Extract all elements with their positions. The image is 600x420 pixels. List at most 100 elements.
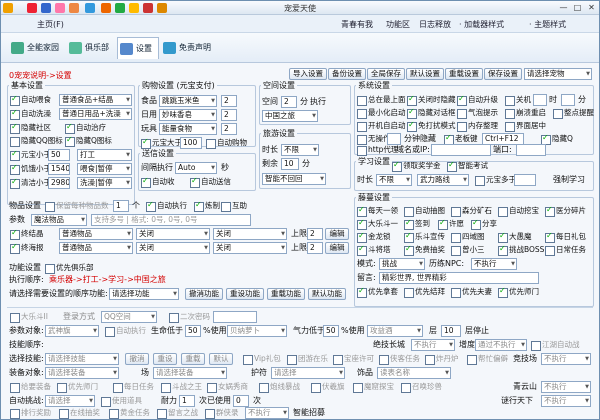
- sell-edit-button[interactable]: 编辑: [325, 228, 349, 240]
- fight-opt-5[interactable]: 大乐斗一: [357, 218, 398, 230]
- fight-opt-4[interactable]: 医分碎片: [545, 205, 586, 217]
- auto-clean-check[interactable]: 自动洗澡: [10, 108, 51, 120]
- skill-reset-button[interactable]: 重设: [153, 353, 177, 365]
- sell-check[interactable]: 终结晶: [10, 228, 44, 240]
- yuanbao-gt-check[interactable]: 元宝大于: [141, 137, 182, 149]
- row4-2-check[interactable]: 黄金任务: [109, 408, 150, 419]
- buy-daily-qty[interactable]: 2: [221, 109, 237, 121]
- memory-check[interactable]: 内存整理: [457, 121, 498, 132]
- row2-3-check[interactable]: 炸丹炉: [425, 354, 459, 365]
- buy-toy-select[interactable]: 能量食物: [159, 123, 217, 135]
- default-func-button[interactable]: 默认功能: [308, 288, 346, 300]
- sell-select[interactable]: 普通物品: [59, 228, 133, 240]
- fight-opt-17[interactable]: 挑战BOSS: [498, 244, 544, 256]
- idle-check[interactable]: 无操作: [357, 134, 391, 145]
- buy-food-select[interactable]: 跳跳玉米鱼: [159, 95, 217, 107]
- row4-0-check[interactable]: 排行奖励: [10, 408, 51, 419]
- interval-select[interactable]: Auto: [175, 162, 217, 174]
- yuanbao-study-check[interactable]: 元宝多于: [475, 175, 516, 186]
- close-hide-check[interactable]: 关闭时隐藏: [407, 94, 456, 106]
- tower-select[interactable]: 不执行: [541, 395, 591, 407]
- reward-check[interactable]: 领取奖学金: [392, 160, 441, 172]
- remain-input[interactable]: 10: [281, 158, 299, 170]
- always-top-check[interactable]: 总在最上面: [357, 95, 406, 106]
- stamina-input[interactable]: 1: [179, 395, 195, 407]
- close-button[interactable]: ✕: [585, 2, 598, 13]
- row3-1-check[interactable]: 优先师门: [57, 382, 98, 393]
- row2-4-check[interactable]: 帮忙偏僻: [467, 354, 508, 365]
- auto-exec-check[interactable]: 自动执行: [146, 200, 187, 212]
- fight-opt-3[interactable]: 自动挖宝: [498, 206, 539, 217]
- keep-input[interactable]: 1: [113, 200, 129, 212]
- row2-0-check[interactable]: 团游在乐: [287, 354, 328, 365]
- used-input[interactable]: 0: [233, 395, 249, 407]
- auto-eat-check[interactable]: 自动喂食: [10, 94, 51, 106]
- default-button[interactable]: 默认设置: [406, 68, 444, 80]
- hide-society-check[interactable]: 隐藏社区: [10, 122, 51, 134]
- food-action-select[interactable]: 喂食|暂停: [77, 163, 132, 175]
- space-input[interactable]: 2: [281, 96, 297, 108]
- fight-sub-1[interactable]: 优先结拜: [404, 287, 445, 298]
- auto-recv-check[interactable]: 自动收: [141, 176, 175, 188]
- min-start-check[interactable]: 最小化启动: [357, 108, 406, 119]
- fight-opt-9[interactable]: 金龙锁: [357, 231, 391, 243]
- fish-select-2[interactable]: 关闭: [136, 242, 210, 254]
- hide-q2-check[interactable]: 隐藏Q: [541, 133, 573, 145]
- row3-4-check[interactable]: 女娲秀商: [207, 382, 248, 393]
- target-select[interactable]: 武神旗: [45, 325, 99, 337]
- buy-daily-select[interactable]: 妙味香皂: [159, 109, 217, 121]
- fish-select-3[interactable]: 关闭: [213, 242, 287, 254]
- fight-opt-10[interactable]: 乐斗宣传: [404, 231, 445, 243]
- eat-select[interactable]: 普通食品+结晶: [59, 94, 132, 106]
- maximize-button[interactable]: □: [571, 2, 584, 13]
- sell-limit-input[interactable]: 2: [307, 228, 323, 240]
- fight-opt-0[interactable]: 每天一领: [357, 205, 398, 217]
- select-skill-select[interactable]: 请选择技能: [45, 353, 119, 365]
- fight-sub-0[interactable]: 优先拿套: [357, 286, 398, 298]
- study-dur-select[interactable]: 不限: [376, 174, 412, 186]
- fish-select[interactable]: 普通物品: [59, 242, 133, 254]
- dnd-check[interactable]: 免打扰模式: [407, 120, 456, 132]
- clean-select[interactable]: 普通日用品+洗澡: [59, 108, 132, 120]
- mode-select[interactable]: 挑战: [379, 258, 425, 270]
- fish-edit-button[interactable]: 编辑: [325, 242, 349, 254]
- autostart-check[interactable]: 开机自启动: [357, 121, 406, 132]
- reset-func-button[interactable]: 重设功能: [226, 288, 264, 300]
- row3-5-check[interactable]: 炮线暴战: [259, 382, 300, 393]
- hp-select[interactable]: 贝纳萝卜: [227, 325, 287, 337]
- second-pwd-input[interactable]: [213, 311, 257, 323]
- ldl-check[interactable]: 大乐斗II: [10, 312, 48, 323]
- auto-fight-select[interactable]: 请选择: [45, 395, 95, 407]
- proxy-port-input[interactable]: [516, 144, 546, 156]
- undo-func-button[interactable]: 撤消功能: [185, 288, 223, 300]
- boss-key-check[interactable]: 老板键: [444, 133, 478, 145]
- proxy-host-input[interactable]: [431, 144, 491, 156]
- menu-home[interactable]: 主页(F): [37, 19, 64, 30]
- clean-action-select[interactable]: 洗澡|暂停: [77, 177, 132, 189]
- global-save-button[interactable]: 全局保存: [367, 68, 405, 80]
- param-input[interactable]: 支持多号 | 格式: 0号, 0号, 0号: [91, 214, 251, 226]
- tab-club[interactable]: 俱乐部: [67, 37, 109, 59]
- fuse-select[interactable]: 读表名称: [377, 367, 451, 379]
- row4-3-check[interactable]: 留言之战: [157, 408, 198, 419]
- row4-4-check[interactable]: 群侠录: [205, 408, 239, 419]
- hide-dialog-check[interactable]: 隐藏对话框: [407, 107, 456, 119]
- auto-cure-check[interactable]: 自动治疗: [65, 122, 106, 134]
- login-select[interactable]: QQ空间: [101, 311, 157, 323]
- pet-select[interactable]: 请选择宠物: [524, 68, 592, 80]
- auto-upgrade-check[interactable]: 自动升级: [457, 94, 498, 106]
- fight-sub-3[interactable]: 优先师门: [498, 286, 539, 298]
- make-check[interactable]: 炼制: [194, 200, 220, 212]
- save-button[interactable]: 保存设置: [484, 68, 522, 80]
- pick-select[interactable]: 请选择功能: [109, 288, 179, 300]
- jianghu-check[interactable]: 江湖自动战: [531, 340, 580, 351]
- auto-send-check[interactable]: 自动送信: [190, 176, 231, 188]
- menu-plugin[interactable]: · 加载器样式: [459, 19, 504, 30]
- task-select[interactable]: 请选择: [271, 367, 345, 379]
- bubble-check[interactable]: 气泡提示: [457, 108, 498, 119]
- space-select[interactable]: 中国之旅: [262, 110, 318, 122]
- buy-toy-qty[interactable]: 2: [221, 123, 237, 135]
- http-proxy-check[interactable]: http代理: [357, 145, 398, 156]
- row2-1-check[interactable]: 宝座许可: [333, 354, 374, 365]
- row3-8-check[interactable]: 召唤珍兽: [401, 382, 442, 393]
